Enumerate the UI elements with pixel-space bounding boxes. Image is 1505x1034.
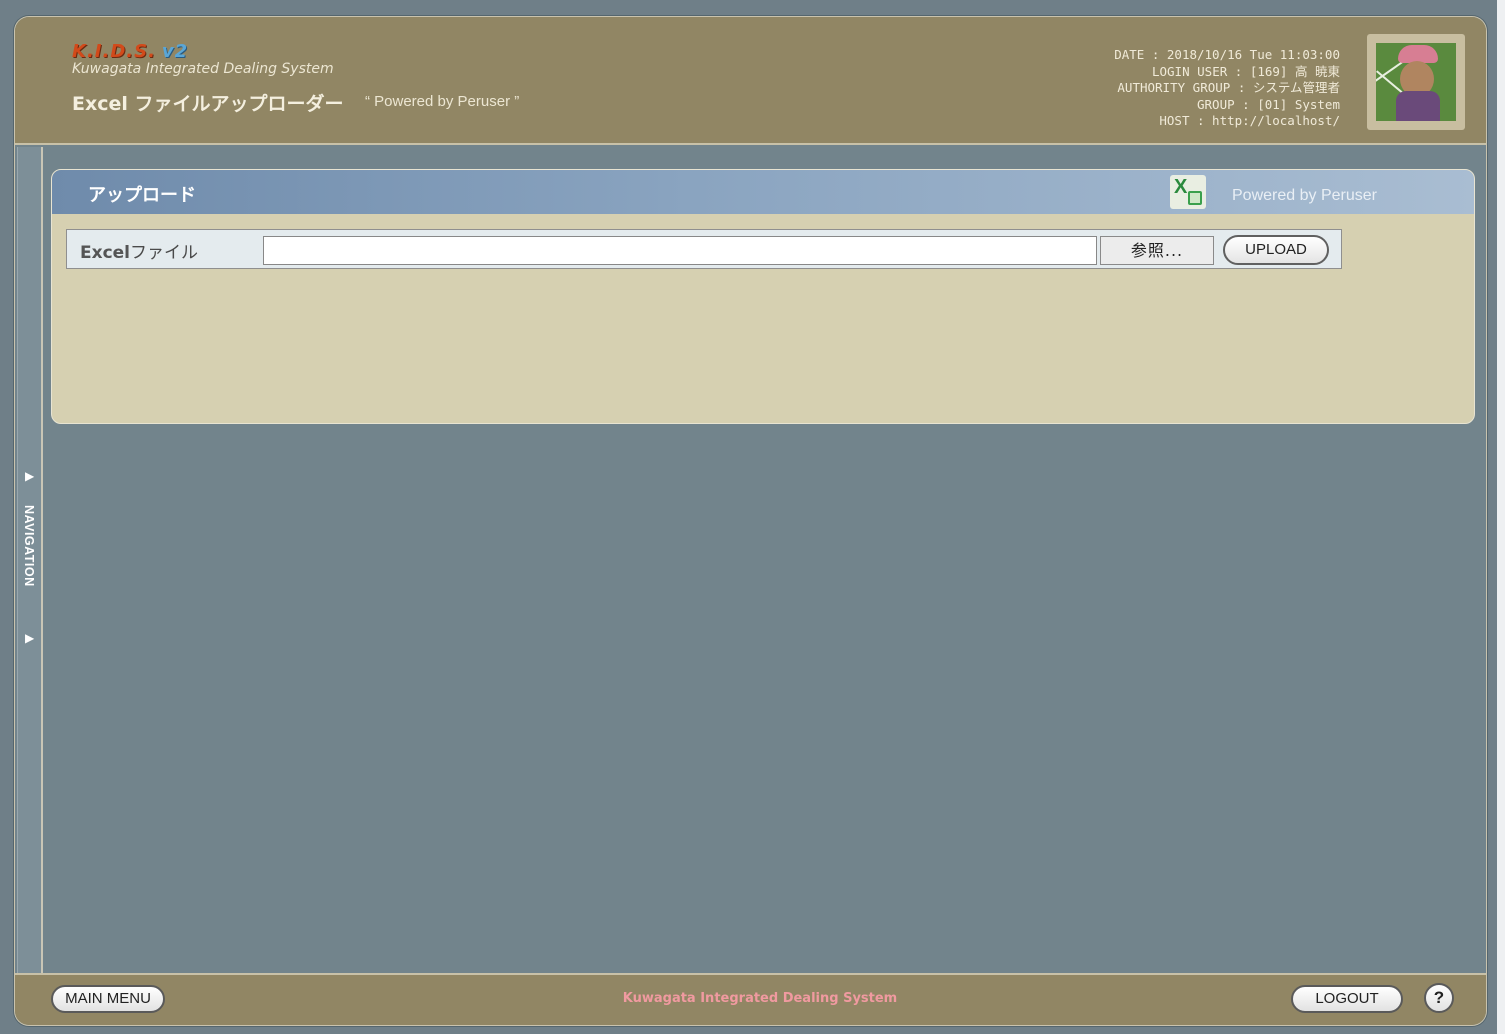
browse-button[interactable]: 参照... xyxy=(1100,236,1214,265)
navigation-toggle[interactable]: ▶ NAVIGATION ▶ xyxy=(15,147,43,973)
upload-button[interactable]: UPLOAD xyxy=(1223,235,1329,265)
excel-file-row: Excelファイル 参照... UPLOAD xyxy=(66,229,1342,269)
user-avatar-frame xyxy=(1367,34,1465,130)
header: K.I.D.S. v2 Kuwagata Integrated Dealing S… xyxy=(15,17,1486,145)
navigation-label: NAVIGATION xyxy=(22,505,36,587)
logo-version: v2 xyxy=(161,41,189,62)
nav-arrow-top-icon: ▶ xyxy=(25,469,35,483)
avatar xyxy=(1376,43,1456,121)
nav-arrow-bottom-icon: ▶ xyxy=(25,631,35,645)
page-title: Excel ファイルアップローダー xyxy=(72,93,344,115)
file-field-area: 参照... UPLOAD xyxy=(261,230,1341,268)
app-window: K.I.D.S. v2 Kuwagata Integrated Dealing S… xyxy=(15,17,1486,1025)
session-info: DATE : 2018/10/16 Tue 11:03:00 LOGIN USE… xyxy=(1114,47,1340,130)
panel-header: アップロード X Powered by Peruser xyxy=(52,170,1474,214)
logo-text: K.I.D.S. xyxy=(72,41,156,62)
upload-panel: アップロード X Powered by Peruser Excelファイル 参照… xyxy=(51,169,1475,424)
host-info: HOST : http://localhost/ xyxy=(1159,113,1340,128)
header-powered-by: “ Powered by Peruser ” xyxy=(365,93,520,110)
app-logo: K.I.D.S. v2 xyxy=(72,41,188,62)
excel-icon: X xyxy=(1170,175,1206,209)
authority-group-info: AUTHORITY GROUP : システム管理者 xyxy=(1117,80,1340,95)
file-path-input[interactable] xyxy=(263,236,1097,265)
login-user-info: LOGIN USER : [169] 高 暁東 xyxy=(1151,63,1340,79)
footer-system-name: Kuwagata Integrated Dealing System xyxy=(622,991,898,1006)
excel-file-label: Excelファイル xyxy=(67,230,261,268)
panel-powered-by: Powered by Peruser xyxy=(1232,187,1377,204)
group-info: GROUP : [01] System xyxy=(1197,96,1340,112)
date-info: DATE : 2018/10/16 Tue 11:03:00 xyxy=(1114,47,1340,62)
window-edge xyxy=(1497,0,1505,1034)
footer: MAIN MENU Kuwagata Integrated Dealing Sy… xyxy=(15,973,1486,1025)
panel-title: アップロード xyxy=(88,185,196,206)
logout-button[interactable]: LOGOUT xyxy=(1291,985,1403,1013)
logo-subtitle: Kuwagata Integrated Dealing System xyxy=(72,61,334,77)
help-icon[interactable]: ? xyxy=(1424,983,1454,1013)
